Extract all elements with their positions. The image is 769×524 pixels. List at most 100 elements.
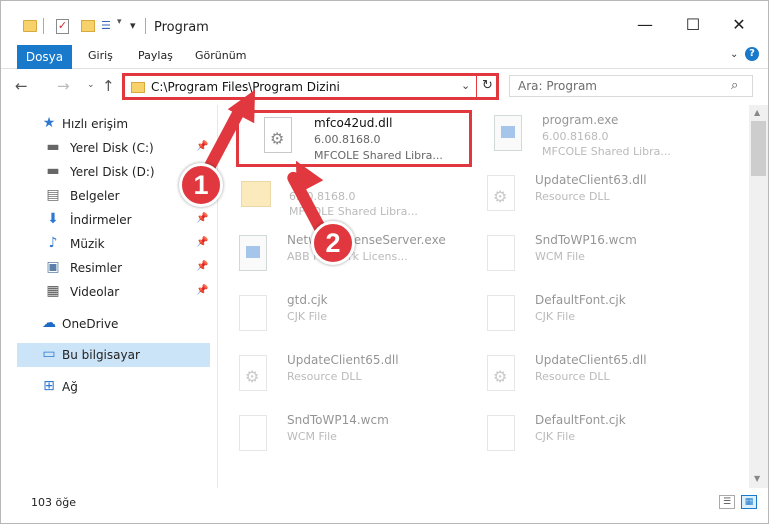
- pin-icon[interactable]: 📌: [196, 237, 208, 248]
- star-icon: ★: [42, 115, 56, 131]
- sidebar-item-music[interactable]: ♪ Müzik 📌: [17, 232, 210, 256]
- sidebar-item-network[interactable]: ⊞ Ağ: [17, 375, 210, 399]
- back-arrow-icon[interactable]: ←: [15, 77, 28, 95]
- file-item[interactable]: NetworkLicenseServer.exe ABB Network Lic…: [239, 231, 479, 283]
- cloud-icon: ☁: [42, 315, 56, 331]
- folder-icon[interactable]: [23, 20, 37, 32]
- network-icon: ⊞: [43, 378, 55, 394]
- download-icon: ⬇: [47, 211, 59, 227]
- sidebar-item-pictures[interactable]: ▣ Resimler 📌: [17, 256, 210, 280]
- file-type: CJK File: [287, 310, 328, 323]
- scroll-thumb[interactable]: [751, 121, 766, 176]
- item-count: 103 öğe: [31, 496, 76, 509]
- search-input[interactable]: Ara: Program: [518, 79, 597, 93]
- sidebar-item-quick-access[interactable]: ★ Hızlı erişim: [17, 112, 210, 136]
- explorer-window: ✓ ☰ ▾ ▾ Program — ☐ ✕ Dosya Giriş Paylaş…: [0, 0, 769, 524]
- pin-icon[interactable]: 📌: [196, 261, 208, 272]
- file-icon: [487, 415, 515, 451]
- file-name: DefaultFont.cjk: [535, 413, 626, 427]
- sidebar-item-this-pc[interactable]: ▭ Bu bilgisayar: [17, 343, 210, 367]
- sidebar-item-label: Bu bilgisayar: [62, 348, 140, 362]
- status-bar: 103 öğe ☰ ▦: [1, 488, 768, 523]
- sidebar-item-local-disk-c[interactable]: ▬ Yerel Disk (C:) 📌: [17, 136, 210, 160]
- properties-icon[interactable]: ☰: [101, 19, 115, 33]
- file-name: mfco42ud.dll: [314, 116, 393, 130]
- sidebar-item-videos[interactable]: ▦ Videolar 📌: [17, 280, 210, 304]
- sidebar-item-label: Belgeler: [70, 189, 120, 203]
- exe-file-icon: [239, 235, 267, 271]
- file-name: gtd.cjk: [287, 293, 328, 307]
- pin-icon[interactable]: 📌: [196, 285, 208, 296]
- address-dropdown-icon[interactable]: ⌄: [461, 79, 470, 92]
- vertical-scrollbar[interactable]: ▲ ▼: [749, 105, 768, 488]
- file-name: SndToWP16.wcm: [535, 233, 637, 247]
- details-view-icon[interactable]: ☰: [719, 495, 735, 509]
- music-icon: ♪: [48, 235, 58, 251]
- file-icon: [487, 295, 515, 331]
- file-item[interactable]: sl 6.00.8168.0 MFCOLE Shared Libra...: [241, 171, 481, 223]
- file-item[interactable]: UpdateClient65.dll Resource DLL: [487, 351, 727, 403]
- maximize-button[interactable]: ☐: [671, 11, 715, 39]
- help-icon[interactable]: ?: [745, 47, 759, 61]
- sidebar-item-downloads[interactable]: ⬇ İndirmeler 📌: [17, 208, 210, 232]
- sidebar-item-label: Hızlı erişim: [62, 117, 129, 131]
- close-button[interactable]: ✕: [717, 11, 761, 39]
- sidebar-item-label: Resimler: [70, 261, 123, 275]
- address-bar[interactable]: C:\Program Files\Program Dizini ⌄ ↻: [122, 73, 499, 100]
- scroll-down-icon[interactable]: ▼: [754, 474, 760, 483]
- file-type: WCM File: [535, 250, 585, 263]
- file-item[interactable]: SndToWP14.wcm WCM File: [239, 411, 479, 463]
- refresh-icon[interactable]: ↻: [482, 78, 493, 93]
- file-name: UpdateClient63.dll: [535, 173, 647, 187]
- sidebar-item-label: Yerel Disk (C:): [70, 141, 154, 155]
- up-arrow-icon[interactable]: ↑: [102, 77, 115, 95]
- forward-arrow-icon[interactable]: →: [57, 77, 70, 95]
- search-box[interactable]: Ara: Program ⌕: [509, 75, 753, 97]
- sidebar-item-onedrive[interactable]: ☁ OneDrive: [17, 312, 210, 336]
- pin-icon[interactable]: 📌: [196, 213, 208, 224]
- file-type: Resource DLL: [535, 190, 610, 203]
- exe-file-icon: [494, 115, 522, 151]
- customize-quick-access-icon[interactable]: ▾: [130, 19, 136, 39]
- properties-dropdown-icon[interactable]: ▾: [117, 17, 122, 37]
- file-name: UpdateClient65.dll: [535, 353, 647, 367]
- file-icon: [239, 415, 267, 451]
- sidebar-item-label: Ağ: [62, 380, 78, 394]
- expand-ribbon-icon[interactable]: ⌄: [730, 49, 738, 60]
- toolbar-separator: [43, 18, 44, 34]
- file-item[interactable]: program.exe 6.00.8168.0 MFCOLE Shared Li…: [494, 111, 734, 163]
- new-folder-icon[interactable]: [81, 20, 95, 32]
- scroll-up-icon[interactable]: ▲: [754, 108, 760, 117]
- tab-share[interactable]: Paylaş: [138, 49, 173, 62]
- properties-check-icon[interactable]: ✓: [56, 19, 69, 34]
- pin-icon[interactable]: 📌: [196, 141, 208, 152]
- file-item[interactable]: gtd.cjk CJK File: [239, 291, 479, 343]
- drive-icon: ▬: [46, 163, 60, 179]
- tab-file[interactable]: Dosya: [17, 45, 72, 69]
- search-icon[interactable]: ⌕: [731, 78, 738, 93]
- file-item[interactable]: UpdateClient63.dll Resource DLL: [487, 171, 727, 223]
- tab-home[interactable]: Giriş: [88, 49, 113, 62]
- file-item[interactable]: UpdateClient65.dll Resource DLL: [239, 351, 479, 403]
- sidebar-item-label: OneDrive: [62, 317, 119, 331]
- file-name: UpdateClient65.dll: [287, 353, 399, 367]
- file-item[interactable]: SndToWP16.wcm WCM File: [487, 231, 727, 283]
- minimize-button[interactable]: —: [623, 11, 667, 39]
- large-icons-view-icon[interactable]: ▦: [741, 495, 757, 509]
- window-title: Program: [154, 20, 209, 35]
- video-icon: ▦: [46, 283, 60, 299]
- file-type: WCM File: [287, 430, 337, 443]
- sidebar-item-label: Videolar: [70, 285, 120, 299]
- file-item[interactable]: DefaultFont.cjk CJK File: [487, 411, 727, 463]
- file-description: MFCOLE Shared Libra...: [314, 149, 443, 162]
- dll-file-icon: [239, 355, 267, 391]
- toolbar-separator: [145, 18, 146, 34]
- callout-badge-2: 2: [311, 221, 355, 265]
- tab-view[interactable]: Görünüm: [195, 49, 246, 62]
- file-version: 6.00.8168.0: [542, 130, 609, 143]
- file-icon: [487, 235, 515, 271]
- file-name: program.exe: [542, 113, 619, 127]
- file-item-mfco42ud-dll[interactable]: mfco42ud.dll 6.00.8168.0 MFCOLE Shared L…: [236, 110, 472, 167]
- file-item[interactable]: DefaultFont.cjk CJK File: [487, 291, 727, 343]
- recent-locations-icon[interactable]: ⌄: [87, 80, 95, 90]
